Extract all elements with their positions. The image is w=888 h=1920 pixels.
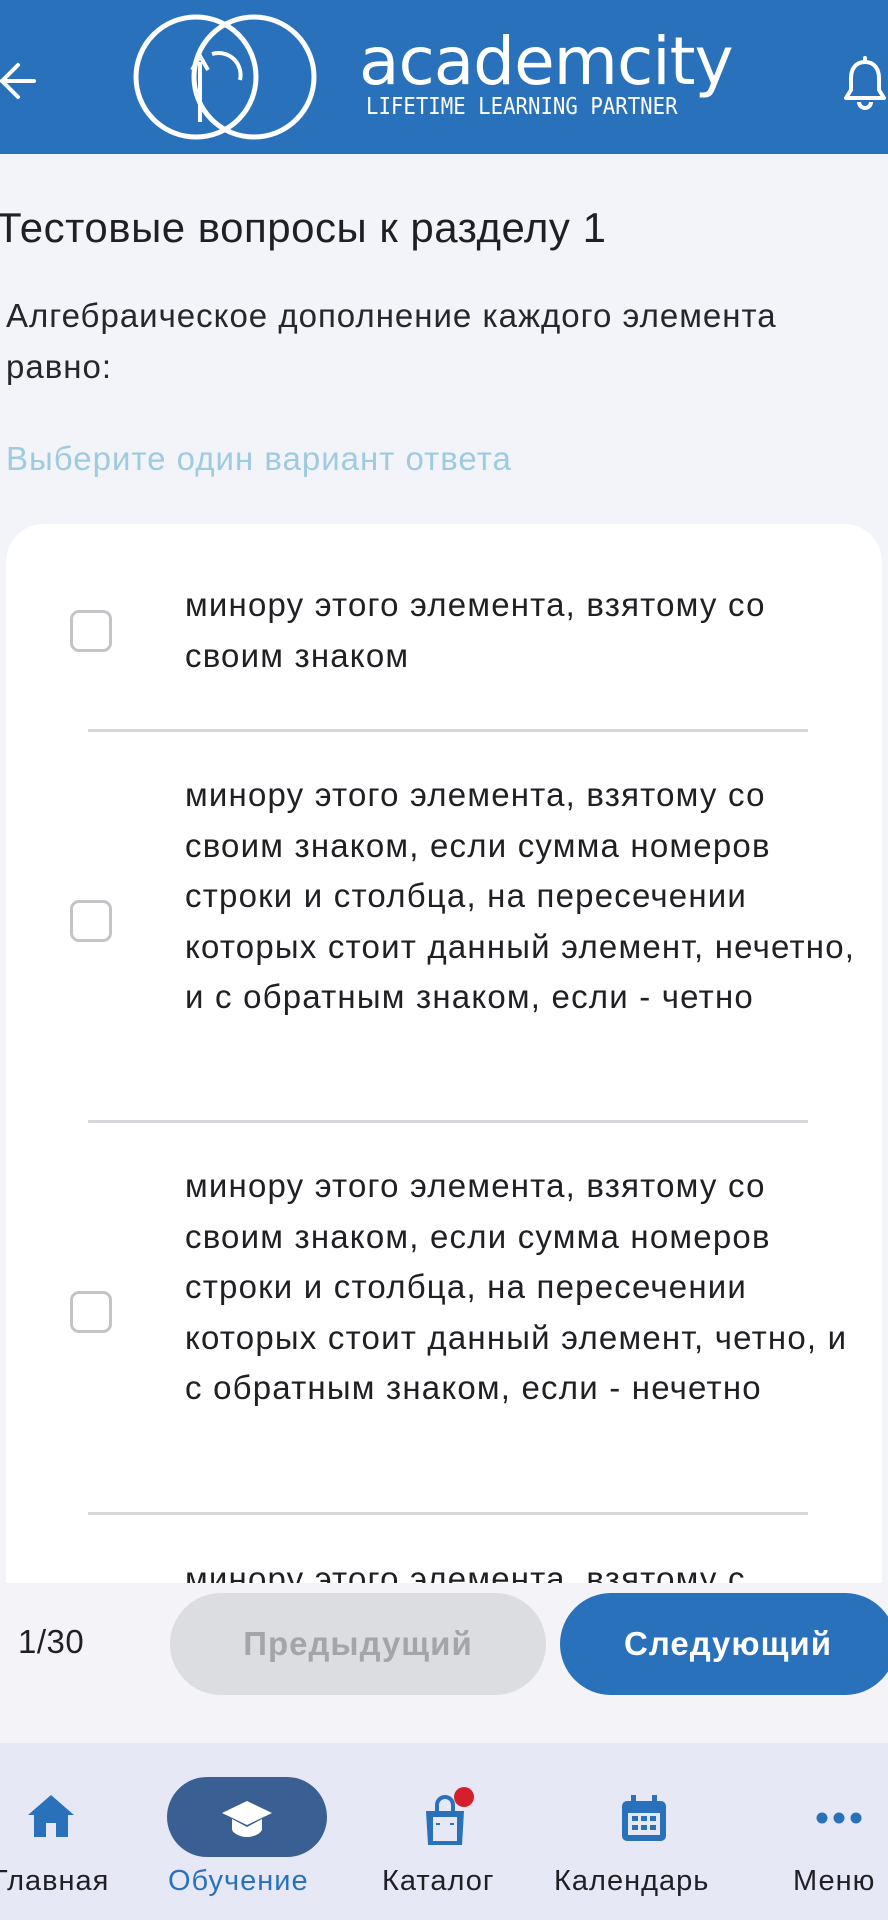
tab-calendar[interactable]: Календарь	[550, 1743, 740, 1920]
tab-home[interactable]: Главная	[0, 1743, 140, 1920]
tab-menu[interactable]: Меню	[770, 1743, 888, 1920]
page-title: Тестовые вопросы к разделу 1	[0, 204, 607, 251]
graduation-cap-icon	[222, 1801, 272, 1837]
previous-button[interactable]: Предыдущий	[170, 1593, 546, 1695]
tab-label: Календарь	[554, 1865, 710, 1897]
option-divider	[88, 729, 808, 732]
tab-label: Главная	[0, 1865, 110, 1897]
arrow-left-icon	[0, 63, 36, 99]
bottom-tab-bar: Главная Обучение Каталог Календарь Меню	[0, 1743, 888, 1920]
bell-icon	[844, 56, 886, 110]
logo-tagline: LIFETIME LEARNING PARTNER	[366, 94, 678, 120]
notifications-button[interactable]	[842, 56, 888, 110]
answer-options-card: минору этого элемента, взятому со своим …	[6, 524, 882, 1614]
option-divider	[88, 1512, 808, 1515]
tab-label: Меню	[793, 1865, 876, 1897]
more-dots-icon	[816, 1812, 862, 1824]
option-text: минору этого элемента, взятому со своим …	[185, 1167, 848, 1406]
option-checkbox[interactable]	[70, 610, 112, 652]
tab-catalog[interactable]: Каталог	[370, 1743, 520, 1920]
answer-hint: Выберите один вариант ответа	[6, 440, 512, 477]
option-checkbox[interactable]	[70, 1291, 112, 1333]
option-text: минору этого элемента, взятому со своим …	[185, 776, 856, 1015]
next-button[interactable]: Следующий	[560, 1593, 888, 1695]
answer-option[interactable]: минору этого элемента, взятому со своим …	[6, 770, 882, 1080]
page: academcity LIFETIME LEARNING PARTNER Тес…	[0, 0, 888, 1920]
logo-mark-icon	[133, 14, 317, 140]
question-text: Алгебраическое дополнение каждого элемен…	[6, 297, 777, 385]
option-divider	[88, 1120, 808, 1123]
tab-label: Каталог	[382, 1865, 495, 1897]
question-pager: 1/30 Предыдущий Следующий	[0, 1583, 888, 1743]
tab-learning[interactable]: Обучение	[160, 1743, 340, 1920]
logo-wordmark: academcity	[359, 23, 734, 100]
option-checkbox[interactable]	[70, 900, 112, 942]
academcity-logo: academcity LIFETIME LEARNING PARTNER	[126, 14, 766, 140]
catalog-badge	[454, 1787, 474, 1807]
answer-option[interactable]: минору этого элемента, взятому со своим …	[6, 1161, 882, 1471]
option-text: минору этого элемента, взятому со своим …	[185, 586, 766, 674]
answer-option[interactable]: минору этого элемента, взятому со своим …	[6, 580, 882, 680]
question-counter: 1/30	[18, 1623, 85, 1660]
back-button[interactable]	[0, 60, 36, 102]
tab-label: Обучение	[168, 1865, 309, 1897]
home-icon	[28, 1795, 74, 1837]
app-header: academcity LIFETIME LEARNING PARTNER	[0, 0, 888, 154]
calendar-icon	[622, 1795, 666, 1841]
